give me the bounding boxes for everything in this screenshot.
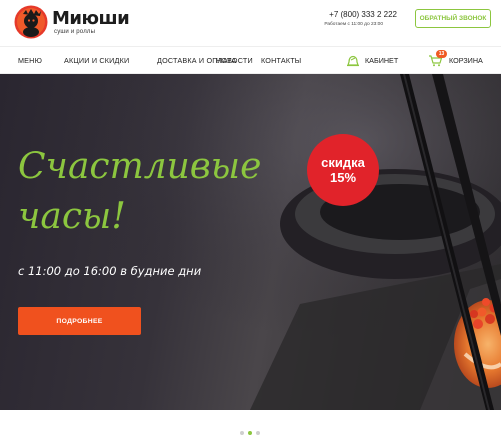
cart-link[interactable]: 13 КОРЗИНА (428, 47, 483, 74)
slider-pagination (0, 410, 501, 445)
discount-label: скидка (321, 155, 365, 170)
phone-number[interactable]: +7 (800) 333 2 222 (329, 10, 397, 19)
callback-button[interactable]: ОБРАТНЫЙ ЗВОНОК (415, 9, 491, 28)
more-button[interactable]: ПОДРОБНЕЕ (18, 307, 141, 335)
nav-item-menu[interactable]: МЕНЮ (18, 47, 42, 74)
working-hours: Работаем с 11:00 до 23:00 (324, 22, 383, 27)
hero-title-line-2: часы! (18, 196, 126, 236)
cart-count-badge: 13 (436, 49, 447, 58)
cabinet-link[interactable]: КАБИНЕТ (346, 47, 398, 74)
nav-item-news[interactable]: НОВОСТИ (216, 47, 253, 74)
discount-value: 15% (329, 170, 357, 185)
header: Миюши суши и роллы +7 (800) 333 2 222 Ра… (0, 0, 501, 46)
nav-item-promotions[interactable]: АКЦИИ И СКИДКИ (64, 47, 129, 74)
hero-title: Счастливые часы! (18, 146, 261, 236)
main-nav: МЕНЮ АКЦИИ И СКИДКИ ДОСТАВКА И ОПЛАТА НО… (0, 46, 501, 74)
sushi-background-image (0, 74, 501, 410)
slider-dot-1[interactable] (240, 431, 244, 435)
cabinet-label: КАБИНЕТ (365, 56, 399, 65)
hero-banner[interactable]: Счастливые часы! с 11:00 до 16:00 в будн… (0, 74, 501, 410)
hero-subtitle: с 11:00 до 16:00 в будние дни (18, 264, 202, 278)
slider-dot-3[interactable] (256, 431, 260, 435)
brand-name[interactable]: Миюши (52, 8, 130, 29)
logo-icon[interactable] (14, 5, 48, 39)
discount-badge: скидка 15% (307, 134, 379, 206)
cart-label: КОРЗИНА (449, 56, 483, 65)
brand-tagline: суши и роллы (54, 29, 96, 35)
slider-dot-2[interactable] (248, 431, 252, 435)
hat-icon (347, 55, 359, 66)
nav-item-contacts[interactable]: КОНТАКТЫ (261, 47, 301, 74)
hero-title-line-1: Счастливые (18, 146, 261, 187)
